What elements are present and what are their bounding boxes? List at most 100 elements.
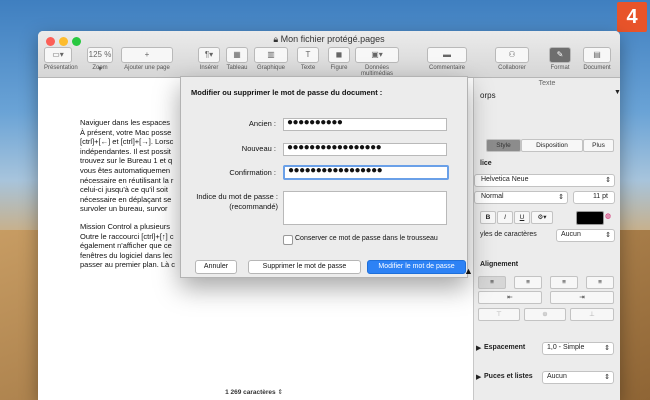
bullets-select[interactable]: Aucun ⇕ <box>542 371 614 384</box>
toolbar-item-label: Collaborer <box>498 65 526 71</box>
font-size-field[interactable]: 11 pt <box>573 191 615 204</box>
toolbar-item-media[interactable]: ▣▾ Données multimédias <box>355 47 399 77</box>
toolbar-item-zoom[interactable]: 125 % ▾ Zoom <box>87 47 113 73</box>
toolbar-item-add-page[interactable]: + Ajouter une page <box>121 47 173 71</box>
collaborate-icon: ⚇ <box>495 47 529 63</box>
toolbar-item-insert[interactable]: ¶▾ Insérer <box>198 47 220 71</box>
shape-icon: ◼ <box>328 47 350 63</box>
toolbar-item-collaborate[interactable]: ⚇ Collaborer <box>495 47 529 71</box>
chevron-down-icon[interactable]: ▼ <box>614 89 620 96</box>
old-password-value: ●●●●●●●●●● <box>287 117 343 128</box>
tab-disposition[interactable]: Disposition <box>521 139 583 152</box>
toolbar: 🔒︎ Mon fichier protégé.pages ▭▾ Présentat… <box>38 31 620 78</box>
cancel-button[interactable]: Annuler <box>195 260 237 274</box>
toolbar-item-label: Tableau <box>226 65 248 71</box>
character-styles-value: Aucun <box>561 231 581 238</box>
format-icon: ✎ <box>549 47 571 63</box>
sidebar-icon: ▭▾ <box>44 47 72 63</box>
insert-icon: ¶▾ <box>198 47 220 63</box>
toolbar-item-table[interactable]: ▦ Tableau <box>226 47 248 71</box>
toolbar-item-comment[interactable]: ▬ Commentaire <box>427 47 467 71</box>
toolbar-item-sidebar[interactable]: ▭▾ Présentation <box>44 47 78 71</box>
text-options-button[interactable]: ⚙▾ <box>531 211 553 224</box>
paragraph-style-name[interactable]: orps <box>480 91 496 100</box>
spacing-value: 1,0 - Simple <box>547 344 585 351</box>
toolbar-item-format[interactable]: ✎ Format <box>549 47 571 71</box>
confirm-password-label: Confirmation : <box>229 168 276 177</box>
password-dialog: Modifier ou supprimer le mot de passe du… <box>180 76 473 278</box>
text-color-well[interactable] <box>576 211 604 225</box>
align-justify-button[interactable]: ≡ <box>586 276 614 289</box>
italic-button[interactable]: I <box>497 211 513 224</box>
keychain-label: Conserver ce mot de passe dans le trouss… <box>295 235 438 242</box>
toolbar-item-label: Format <box>550 65 570 71</box>
font-family-value: Helvetica Neue <box>481 176 529 183</box>
toolbar-item-label: Zoom <box>92 65 108 71</box>
toolbar-item-chart[interactable]: ▥ Graphique <box>254 47 288 71</box>
valign-top-button[interactable]: ⊤ <box>478 308 520 321</box>
toolbar-item-label: Insérer <box>199 65 219 71</box>
stepper-icon: ⇕ <box>277 389 283 396</box>
disclosure-triangle-icon[interactable]: ▶ <box>476 344 481 352</box>
keychain-checkbox[interactable] <box>283 235 293 245</box>
media-icon: ▣▾ <box>355 47 399 63</box>
character-styles-select[interactable]: Aucun ⇕ <box>556 229 615 242</box>
hint-field[interactable] <box>283 191 447 225</box>
disclosure-triangle-icon[interactable]: ▶ <box>476 373 481 381</box>
chart-icon: ▥ <box>254 47 288 63</box>
align-right-button[interactable]: ≡ <box>550 276 578 289</box>
tab-style[interactable]: Style <box>486 139 521 152</box>
table-icon: ▦ <box>226 47 248 63</box>
old-password-field[interactable]: ●●●●●●●●●● <box>283 117 447 131</box>
add-page-icon: + <box>121 47 173 63</box>
new-password-field[interactable]: ●●●●●●●●●●●●●●●●● <box>283 142 447 156</box>
hint-label: Indice du mot de passe : <box>196 192 278 201</box>
toolbar-item-label: Figure <box>330 65 348 71</box>
chevron-down-icon: ⇕ <box>558 194 564 201</box>
character-styles-label: yles de caractères <box>480 231 537 238</box>
mouse-cursor-icon: ▲ <box>464 266 473 276</box>
remove-password-button[interactable]: Supprimer le mot de passe <box>248 260 361 274</box>
lock-icon: 🔒︎ <box>273 34 281 44</box>
toolbar-item-label: Graphique <box>256 65 286 71</box>
toolbar-item-label: Document <box>583 65 611 71</box>
word-count[interactable]: 1 269 caractères ⇕ <box>206 388 302 400</box>
confirm-password-value: ●●●●●●●●●●●●●●●●● <box>288 165 383 176</box>
decrease-indent-button[interactable]: ⇤ <box>478 291 542 304</box>
spacing-select[interactable]: 1,0 - Simple ⇕ <box>542 342 614 355</box>
chevron-down-icon: ⇕ <box>605 177 611 184</box>
zoom-icon: 125 % ▾ <box>87 47 113 73</box>
old-password-label: Ancien : <box>248 119 276 128</box>
chevron-down-icon: ⇕ <box>605 232 611 239</box>
font-family-select[interactable]: Helvetica Neue ⇕ <box>474 174 615 187</box>
bold-button[interactable]: B <box>480 211 496 224</box>
hint-sublabel: (recommandé) <box>229 202 278 211</box>
align-left-button[interactable]: ≡ <box>478 276 506 289</box>
word-count-text: 1 269 caractères <box>225 389 276 396</box>
change-password-button[interactable]: Modifier le mot de passe <box>367 260 466 274</box>
text-icon: T <box>297 47 319 63</box>
valign-middle-button[interactable]: ⊕ <box>524 308 566 321</box>
font-style-select[interactable]: Normal ⇕ <box>474 191 568 204</box>
chevron-down-icon: ⇕ <box>604 345 610 352</box>
toolbar-item-document[interactable]: ▤ Document <box>583 47 611 71</box>
valign-bottom-button[interactable]: ⊥ <box>570 308 614 321</box>
format-sidebar: Texte orps ▼ Style Disposition Plus lice… <box>473 78 620 400</box>
bullets-value: Aucun <box>547 373 567 380</box>
new-password-label: Nouveau : <box>241 144 276 153</box>
increase-indent-button[interactable]: ⇥ <box>550 291 614 304</box>
underline-button[interactable]: U <box>514 211 530 224</box>
toolbar-item-text[interactable]: T Texte <box>297 47 319 71</box>
alignment-label: Alignement <box>480 261 519 268</box>
dialog-title: Modifier ou supprimer le mot de passe du… <box>191 88 383 97</box>
panel-header: Texte <box>538 80 556 87</box>
align-center-button[interactable]: ≡ <box>514 276 542 289</box>
confirm-password-field[interactable]: ●●●●●●●●●●●●●●●●● <box>283 165 449 180</box>
tab-plus[interactable]: Plus <box>583 139 614 152</box>
color-wheel-icon[interactable]: ◍ <box>605 212 611 220</box>
step-badge: 4 <box>617 2 647 32</box>
comment-icon: ▬ <box>427 47 467 63</box>
toolbar-item-shape[interactable]: ◼ Figure <box>328 47 350 71</box>
new-password-value: ●●●●●●●●●●●●●●●●● <box>287 142 382 153</box>
font-size-value: 11 pt <box>592 193 608 200</box>
